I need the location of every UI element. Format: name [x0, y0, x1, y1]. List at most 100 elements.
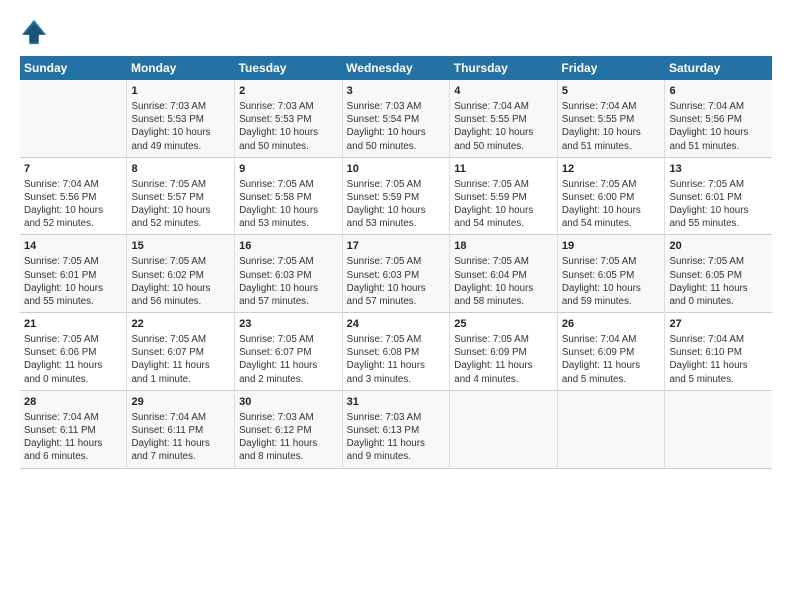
cell-0-4: 4Sunrise: 7:04 AMSunset: 5:55 PMDaylight… [450, 80, 558, 157]
cell-2-5: 19Sunrise: 7:05 AMSunset: 6:05 PMDayligh… [557, 235, 665, 313]
col-header-monday: Monday [127, 56, 235, 80]
cell-line: Sunrise: 7:05 AM [347, 178, 446, 191]
cell-4-1: 29Sunrise: 7:04 AMSunset: 6:11 PMDayligh… [127, 390, 235, 468]
day-number: 13 [669, 162, 768, 177]
cell-4-2: 30Sunrise: 7:03 AMSunset: 6:12 PMDayligh… [235, 390, 343, 468]
cell-0-1: 1Sunrise: 7:03 AMSunset: 5:53 PMDaylight… [127, 80, 235, 157]
day-number: 16 [239, 239, 338, 254]
cell-line: Sunrise: 7:03 AM [239, 411, 338, 424]
day-number: 27 [669, 317, 768, 332]
day-number: 10 [347, 162, 446, 177]
header [20, 18, 772, 46]
cell-line: Sunrise: 7:05 AM [669, 178, 768, 191]
cell-line: Sunrise: 7:03 AM [347, 100, 446, 113]
cell-line: Sunset: 6:07 PM [131, 346, 230, 359]
cell-2-3: 17Sunrise: 7:05 AMSunset: 6:03 PMDayligh… [342, 235, 450, 313]
cell-line: Daylight: 10 hours [669, 204, 768, 217]
cell-1-5: 12Sunrise: 7:05 AMSunset: 6:00 PMDayligh… [557, 157, 665, 235]
cell-line: and 7 minutes. [131, 450, 230, 463]
day-number: 2 [239, 84, 338, 99]
cell-line: Sunset: 6:11 PM [131, 424, 230, 437]
cell-line: Daylight: 11 hours [347, 437, 446, 450]
day-number: 23 [239, 317, 338, 332]
day-number: 20 [669, 239, 768, 254]
cell-line: Sunrise: 7:03 AM [239, 100, 338, 113]
cell-0-3: 3Sunrise: 7:03 AMSunset: 5:54 PMDaylight… [342, 80, 450, 157]
cell-3-4: 25Sunrise: 7:05 AMSunset: 6:09 PMDayligh… [450, 313, 558, 391]
cell-line: Sunset: 6:00 PM [562, 191, 661, 204]
header-row: SundayMondayTuesdayWednesdayThursdayFrid… [20, 56, 772, 80]
cell-line: and 55 minutes. [669, 217, 768, 230]
day-number: 11 [454, 162, 553, 177]
cell-line: Sunrise: 7:04 AM [131, 411, 230, 424]
cell-line: Daylight: 10 hours [24, 282, 122, 295]
cell-line: Sunset: 5:54 PM [347, 113, 446, 126]
cell-2-4: 18Sunrise: 7:05 AMSunset: 6:04 PMDayligh… [450, 235, 558, 313]
day-number: 8 [131, 162, 230, 177]
day-number: 24 [347, 317, 446, 332]
cell-line: Sunset: 5:56 PM [669, 113, 768, 126]
cell-line: Sunset: 5:53 PM [239, 113, 338, 126]
cell-line: Daylight: 10 hours [454, 126, 553, 139]
cell-line: Sunset: 6:03 PM [347, 269, 446, 282]
cell-line: Sunrise: 7:05 AM [347, 255, 446, 268]
cell-line: Daylight: 11 hours [347, 359, 446, 372]
cell-line: Sunrise: 7:03 AM [347, 411, 446, 424]
cell-line: Daylight: 11 hours [239, 437, 338, 450]
day-number: 22 [131, 317, 230, 332]
day-number: 7 [24, 162, 122, 177]
cell-3-0: 21Sunrise: 7:05 AMSunset: 6:06 PMDayligh… [20, 313, 127, 391]
cell-line: and 5 minutes. [562, 373, 661, 386]
week-row-1: 7Sunrise: 7:04 AMSunset: 5:56 PMDaylight… [20, 157, 772, 235]
cell-line: Daylight: 10 hours [562, 126, 661, 139]
cell-line: Sunrise: 7:04 AM [562, 333, 661, 346]
cell-2-0: 14Sunrise: 7:05 AMSunset: 6:01 PMDayligh… [20, 235, 127, 313]
cell-line: Daylight: 10 hours [347, 204, 446, 217]
cell-line: and 51 minutes. [669, 140, 768, 153]
cell-line: and 58 minutes. [454, 295, 553, 308]
cell-line: and 57 minutes. [347, 295, 446, 308]
cell-line: Sunset: 5:59 PM [347, 191, 446, 204]
cell-1-1: 8Sunrise: 7:05 AMSunset: 5:57 PMDaylight… [127, 157, 235, 235]
cell-4-0: 28Sunrise: 7:04 AMSunset: 6:11 PMDayligh… [20, 390, 127, 468]
cell-line: Daylight: 10 hours [454, 204, 553, 217]
cell-line: Sunset: 5:55 PM [562, 113, 661, 126]
cell-line: Sunrise: 7:05 AM [562, 178, 661, 191]
cell-line: Sunrise: 7:04 AM [669, 333, 768, 346]
cell-line: Sunrise: 7:03 AM [131, 100, 230, 113]
day-number: 28 [24, 395, 122, 410]
cell-1-0: 7Sunrise: 7:04 AMSunset: 5:56 PMDaylight… [20, 157, 127, 235]
day-number: 6 [669, 84, 768, 99]
day-number: 12 [562, 162, 661, 177]
cell-line: and 0 minutes. [669, 295, 768, 308]
cell-4-5 [557, 390, 665, 468]
cell-line: Daylight: 11 hours [562, 359, 661, 372]
cell-line: Daylight: 10 hours [239, 126, 338, 139]
cell-line: Sunrise: 7:04 AM [24, 178, 122, 191]
day-number: 9 [239, 162, 338, 177]
day-number: 19 [562, 239, 661, 254]
logo-icon [20, 18, 48, 46]
cell-4-4 [450, 390, 558, 468]
cell-line: and 9 minutes. [347, 450, 446, 463]
cell-1-3: 10Sunrise: 7:05 AMSunset: 5:59 PMDayligh… [342, 157, 450, 235]
cell-line: Daylight: 10 hours [131, 282, 230, 295]
cell-2-6: 20Sunrise: 7:05 AMSunset: 6:05 PMDayligh… [665, 235, 772, 313]
cell-line: Daylight: 10 hours [24, 204, 122, 217]
cell-line: and 1 minute. [131, 373, 230, 386]
cell-line: Sunset: 5:55 PM [454, 113, 553, 126]
cell-line: and 2 minutes. [239, 373, 338, 386]
calendar-table: SundayMondayTuesdayWednesdayThursdayFrid… [20, 56, 772, 469]
cell-line: and 50 minutes. [347, 140, 446, 153]
day-number: 5 [562, 84, 661, 99]
day-number: 30 [239, 395, 338, 410]
cell-line: Sunset: 5:58 PM [239, 191, 338, 204]
cell-0-6: 6Sunrise: 7:04 AMSunset: 5:56 PMDaylight… [665, 80, 772, 157]
cell-line: Daylight: 10 hours [562, 282, 661, 295]
cell-line: and 52 minutes. [131, 217, 230, 230]
cell-line: Sunrise: 7:05 AM [669, 255, 768, 268]
cell-line: and 49 minutes. [131, 140, 230, 153]
cell-line: Daylight: 11 hours [454, 359, 553, 372]
cell-line: and 50 minutes. [454, 140, 553, 153]
day-number: 31 [347, 395, 446, 410]
